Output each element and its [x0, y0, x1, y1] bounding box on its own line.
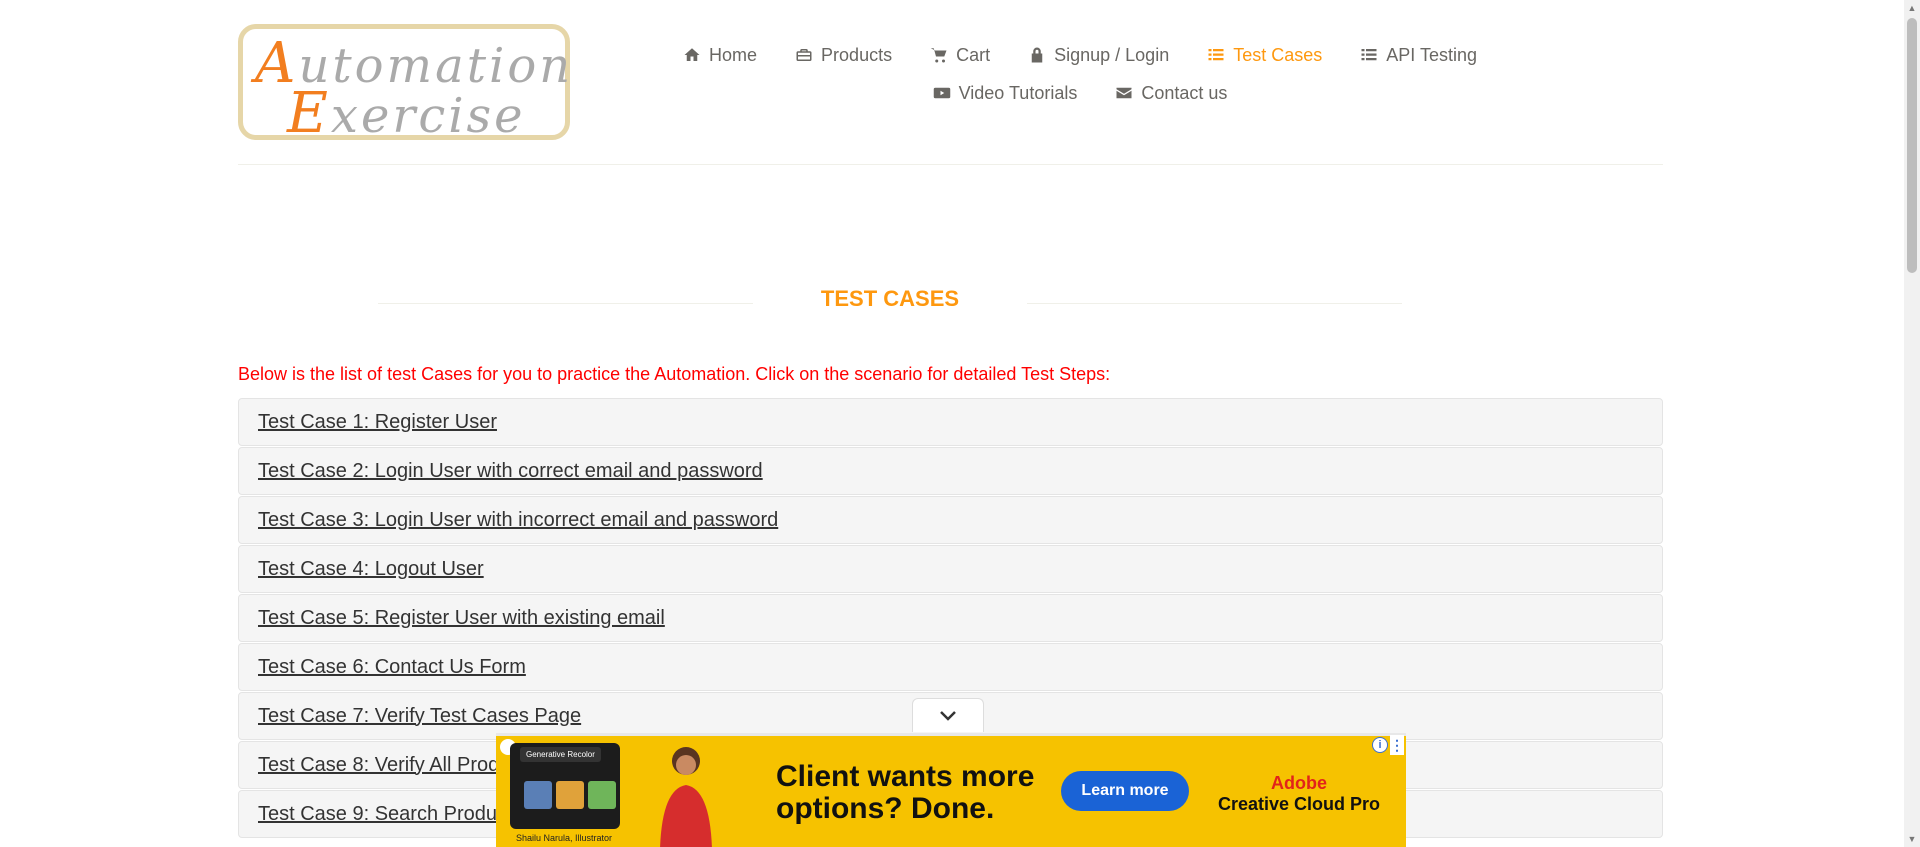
nav-test-cases[interactable]: Test Cases: [1207, 45, 1322, 66]
youtube-icon: [933, 87, 950, 99]
test-case-link-7[interactable]: Test Case 7: Verify Test Cases Page: [258, 705, 581, 728]
list-item: Test Case 2: Login User with correct ema…: [238, 447, 1663, 495]
scroll-down-arrow-icon[interactable]: ▼: [1904, 831, 1920, 847]
nav-video-tutorials[interactable]: Video Tutorials: [933, 83, 1077, 104]
site-header: Automation Exercise Home Products Cart S…: [0, 0, 1904, 166]
logo-line-2: Exercise: [287, 81, 526, 146]
header-divider: [238, 164, 1663, 165]
home-icon: [684, 48, 700, 61]
ad-learn-more-button[interactable]: Learn more: [1061, 771, 1189, 811]
list-item: Test Case 6: Contact Us Form: [238, 643, 1663, 691]
nav-cart[interactable]: Cart: [930, 45, 990, 66]
list-item: Test Case 3: Login User with incorrect e…: [238, 496, 1663, 544]
list-item: Test Case 1: Register User: [238, 398, 1663, 446]
ad-headline: Client wants more options? Done.: [776, 760, 1035, 825]
lock-icon: [1031, 47, 1043, 63]
test-case-link-1[interactable]: Test Case 1: Register User: [258, 411, 497, 434]
ad-top-border: [496, 733, 1406, 736]
ad-brand: Adobe Creative Cloud Pro: [1218, 773, 1381, 814]
main-nav: Home Products Cart Signup / Login Test C…: [684, 36, 1477, 112]
test-case-link-5[interactable]: Test Case 5: Register User with existing…: [258, 607, 665, 630]
test-case-link-6[interactable]: Test Case 6: Contact Us Form: [258, 656, 526, 679]
ad-person-illustration: [660, 747, 712, 847]
site-logo[interactable]: Automation Exercise: [238, 24, 570, 146]
envelope-icon: [1116, 87, 1132, 99]
test-case-link-9[interactable]: Test Case 9: Search Product: [258, 803, 513, 826]
test-case-link-3[interactable]: Test Case 3: Login User with incorrect e…: [258, 509, 778, 532]
nav-contact-us[interactable]: Contact us: [1115, 83, 1227, 104]
cart-icon: [930, 48, 947, 63]
section-title: TEST CASES: [378, 286, 1402, 320]
ad-thumbnail: [588, 781, 616, 809]
list-icon: [1361, 49, 1377, 61]
nav-api-testing[interactable]: API Testing: [1360, 45, 1477, 66]
list-icon: [1208, 49, 1224, 61]
ad-thumbnail: [556, 781, 584, 809]
page-scrollbar[interactable]: ▲ ▼: [1904, 0, 1920, 847]
nav-products[interactable]: Products: [795, 45, 892, 66]
ad-thumbnails: [524, 781, 616, 809]
test-case-link-2[interactable]: Test Case 2: Login User with correct ema…: [258, 460, 763, 483]
scroll-up-arrow-icon[interactable]: ▲: [1904, 0, 1920, 16]
list-item: Test Case 4: Logout User: [238, 545, 1663, 593]
nav-home[interactable]: Home: [683, 45, 757, 66]
briefcase-icon: [796, 49, 812, 61]
list-item: Test Case 5: Register User with existing…: [238, 594, 1663, 642]
ad-tag: Generative Recolor: [520, 747, 601, 762]
chevron-down-icon: [940, 710, 956, 721]
ad-more-options-icon[interactable]: ⋮: [1390, 735, 1404, 755]
nav-signup-login[interactable]: Signup / Login: [1028, 45, 1169, 66]
ad-thumbnail: [524, 781, 552, 809]
ad-collapse-button[interactable]: [912, 698, 984, 732]
ad-caption: Shailu Narula, Illustrator: [516, 833, 613, 843]
intro-text: Below is the list of test Cases for you …: [238, 364, 1111, 384]
advertisement-banner[interactable]: Generative Recolor Shailu Narula, Illust…: [496, 733, 1406, 847]
ad-info-icon[interactable]: i: [1372, 737, 1388, 753]
scrollbar-thumb[interactable]: [1907, 18, 1917, 273]
page-title: TEST CASES: [820, 286, 960, 311]
test-case-link-4[interactable]: Test Case 4: Logout User: [258, 558, 484, 581]
title-rule-right: [1027, 303, 1402, 304]
